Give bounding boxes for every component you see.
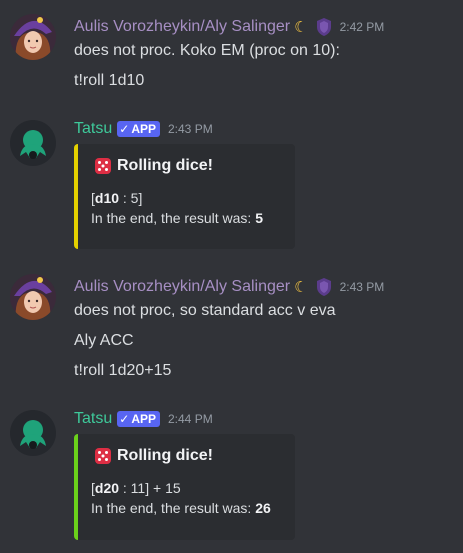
result-value: 26 — [255, 500, 271, 516]
shield-icon[interactable] — [316, 17, 332, 37]
roll-modifier: + 15 — [149, 480, 181, 496]
app-tag: ✓ APP — [117, 411, 160, 427]
message-header: Aulis Vorozheykin/Aly Salinger ☾ 2:42 PM — [74, 16, 384, 38]
embed-title: Rolling dice! — [94, 447, 213, 465]
avatar[interactable] — [10, 274, 56, 320]
roll-value: : 5] — [119, 190, 143, 206]
app-tag: ✓ APP — [117, 121, 160, 137]
avatar[interactable] — [10, 14, 56, 60]
timestamp[interactable]: 2:42 PM — [340, 20, 385, 34]
message-text: does not proc. Koko EM (proc on 10): — [74, 42, 340, 59]
username[interactable]: Aulis Vorozheykin/Aly Salinger — [74, 278, 290, 296]
embed-title-text: Rolling dice! — [117, 157, 213, 174]
roll-die: d20 — [94, 480, 120, 496]
username[interactable]: Aulis Vorozheykin/Aly Salinger — [74, 18, 290, 36]
roll-detail: [d10 : 5] — [91, 190, 142, 206]
username[interactable]: Tatsu — [74, 410, 112, 428]
app-tag-label: APP — [131, 122, 156, 136]
roll-result: In the end, the result was: 26 — [91, 500, 271, 516]
embed-title: Rolling dice! — [94, 157, 213, 175]
message: Tatsu ✓ APP 2:43 PM Rolling dice! [d10 :… — [0, 110, 463, 260]
username[interactable]: Tatsu — [74, 120, 112, 138]
embed: Rolling dice! [d20 : 11] + 15 In the end… — [74, 434, 295, 540]
avatar[interactable] — [10, 120, 56, 166]
checkmark-icon: ✓ — [119, 122, 130, 136]
crescent-moon-icon: ☾ — [294, 279, 308, 296]
message-text: t!roll 1d10 — [74, 72, 145, 89]
avatar[interactable] — [10, 410, 56, 456]
message: Aulis Vorozheykin/Aly Salinger ☾ 2:43 PM… — [0, 260, 463, 400]
result-label: In the end, the result was: — [91, 210, 256, 226]
message: Aulis Vorozheykin/Aly Salinger ☾ 2:42 PM… — [0, 0, 463, 110]
message-text: Aly ACC — [74, 332, 134, 349]
app-tag-label: APP — [131, 412, 156, 426]
shield-icon[interactable] — [316, 277, 332, 297]
timestamp[interactable]: 2:44 PM — [168, 412, 213, 426]
message-header: Aulis Vorozheykin/Aly Salinger ☾ 2:43 PM — [74, 276, 384, 298]
message-text: does not proc, so standard acc v eva — [74, 302, 336, 319]
timestamp[interactable]: 2:43 PM — [168, 122, 213, 136]
message-header: Tatsu ✓ APP 2:43 PM — [74, 118, 213, 140]
result-label: In the end, the result was: — [91, 500, 256, 516]
checkmark-icon: ✓ — [119, 412, 130, 426]
timestamp[interactable]: 2:43 PM — [340, 280, 385, 294]
dice-icon — [95, 448, 111, 464]
crescent-moon-icon: ☾ — [294, 19, 308, 36]
dice-icon — [95, 158, 111, 174]
roll-die: d10 — [94, 190, 120, 206]
message-header: Tatsu ✓ APP 2:44 PM — [74, 408, 213, 430]
embed-title-text: Rolling dice! — [117, 447, 213, 464]
message: Tatsu ✓ APP 2:44 PM Rolling dice! [d20 :… — [0, 400, 463, 553]
embed: Rolling dice! [d10 : 5] In the end, the … — [74, 144, 295, 249]
result-value: 5 — [255, 210, 264, 226]
roll-value: : 11] — [119, 480, 150, 496]
roll-detail: [d20 : 11] + 15 — [91, 480, 181, 496]
message-text: t!roll 1d20+15 — [74, 362, 172, 379]
roll-result: In the end, the result was: 5 — [91, 210, 263, 226]
